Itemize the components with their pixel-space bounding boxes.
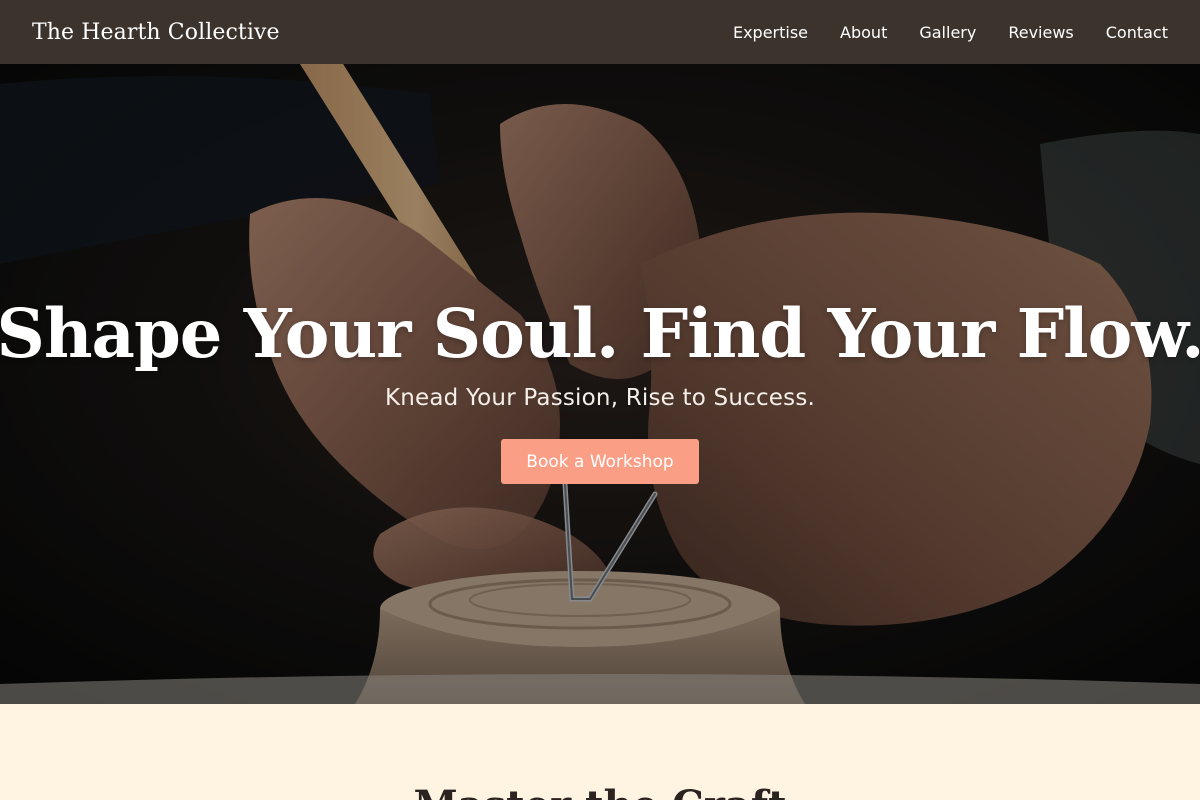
top-navbar: The Hearth Collective Expertise About Ga… <box>0 0 1200 64</box>
nav-link-about[interactable]: About <box>840 23 887 42</box>
crafts-section: Master the Craft <box>0 704 1200 800</box>
hero-subtitle: Knead Your Passion, Rise to Success. <box>384 385 816 411</box>
crafts-heading: Master the Craft <box>0 782 1200 800</box>
hero-section: Shape Your Soul. Find Your Flow. Knead Y… <box>0 64 1200 704</box>
hero-content: Shape Your Soul. Find Your Flow. Knead Y… <box>0 289 1200 484</box>
nav-link-contact[interactable]: Contact <box>1106 23 1168 42</box>
nav-link-reviews[interactable]: Reviews <box>1008 23 1073 42</box>
hero-title: Shape Your Soul. Find Your Flow. <box>0 294 1200 373</box>
nav-link-gallery[interactable]: Gallery <box>919 23 976 42</box>
brand-logo[interactable]: The Hearth Collective <box>32 20 280 45</box>
nav-link-expertise[interactable]: Expertise <box>733 23 808 42</box>
main-nav: Expertise About Gallery Reviews Contact <box>733 23 1168 42</box>
book-workshop-button[interactable]: Book a Workshop <box>501 439 699 484</box>
